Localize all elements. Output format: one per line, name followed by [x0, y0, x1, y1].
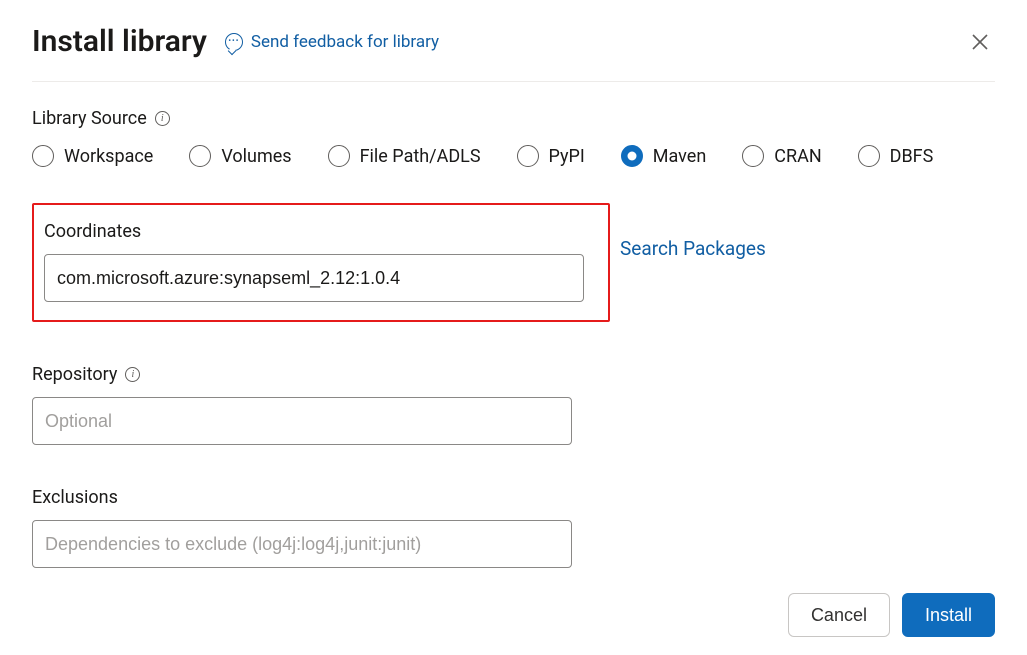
coordinates-label: Coordinates	[44, 221, 598, 242]
radio-label: Maven	[653, 146, 706, 167]
radio-label: File Path/ADLS	[360, 146, 481, 167]
repository-label: Repository	[32, 364, 117, 385]
dialog-header: Install library ••• Send feedback for li…	[32, 24, 995, 82]
close-icon	[971, 33, 989, 51]
radio-icon	[742, 145, 764, 167]
repository-input[interactable]	[32, 397, 572, 445]
radio-label: Workspace	[64, 146, 153, 167]
radio-icon	[858, 145, 880, 167]
radio-icon	[621, 145, 643, 167]
radio-option-workspace[interactable]: Workspace	[32, 145, 153, 167]
cancel-button[interactable]: Cancel	[788, 593, 890, 637]
radio-label: PyPI	[549, 146, 585, 167]
feedback-label: Send feedback for library	[251, 32, 439, 52]
radio-option-cran[interactable]: CRAN	[742, 145, 821, 167]
radio-label: DBFS	[890, 146, 934, 167]
radio-icon	[328, 145, 350, 167]
coordinates-highlight: Coordinates	[32, 203, 610, 322]
radio-label: CRAN	[774, 146, 821, 167]
coordinates-section: Coordinates Search Packages	[32, 167, 995, 322]
exclusions-section: Exclusions	[32, 487, 995, 568]
install-button[interactable]: Install	[902, 593, 995, 637]
dialog-title: Install library	[32, 24, 207, 59]
exclusions-input[interactable]	[32, 520, 572, 568]
radio-option-pypi[interactable]: PyPI	[517, 145, 585, 167]
radio-option-maven[interactable]: Maven	[621, 145, 706, 167]
library-source-label-row: Library Source i	[32, 108, 995, 129]
radio-option-dbfs[interactable]: DBFS	[858, 145, 934, 167]
radio-icon	[189, 145, 211, 167]
radio-option-volumes[interactable]: Volumes	[189, 145, 291, 167]
close-button[interactable]	[965, 27, 995, 57]
header-left: Install library ••• Send feedback for li…	[32, 24, 439, 59]
send-feedback-link[interactable]: ••• Send feedback for library	[225, 32, 439, 52]
exclusions-label: Exclusions	[32, 487, 995, 508]
library-source-radio-group: Workspace Volumes File Path/ADLS PyPI Ma…	[32, 145, 995, 167]
info-icon[interactable]: i	[155, 111, 170, 126]
repository-section: Repository i	[32, 364, 995, 445]
radio-icon	[32, 145, 54, 167]
search-packages-link[interactable]: Search Packages	[620, 237, 766, 260]
radio-label: Volumes	[221, 146, 291, 167]
library-source-label: Library Source	[32, 108, 147, 129]
feedback-icon: •••	[225, 33, 243, 51]
info-icon[interactable]: i	[125, 367, 140, 382]
dialog-footer: Cancel Install	[788, 593, 995, 637]
radio-icon	[517, 145, 539, 167]
radio-option-filepath[interactable]: File Path/ADLS	[328, 145, 481, 167]
coordinates-input[interactable]	[44, 254, 584, 302]
